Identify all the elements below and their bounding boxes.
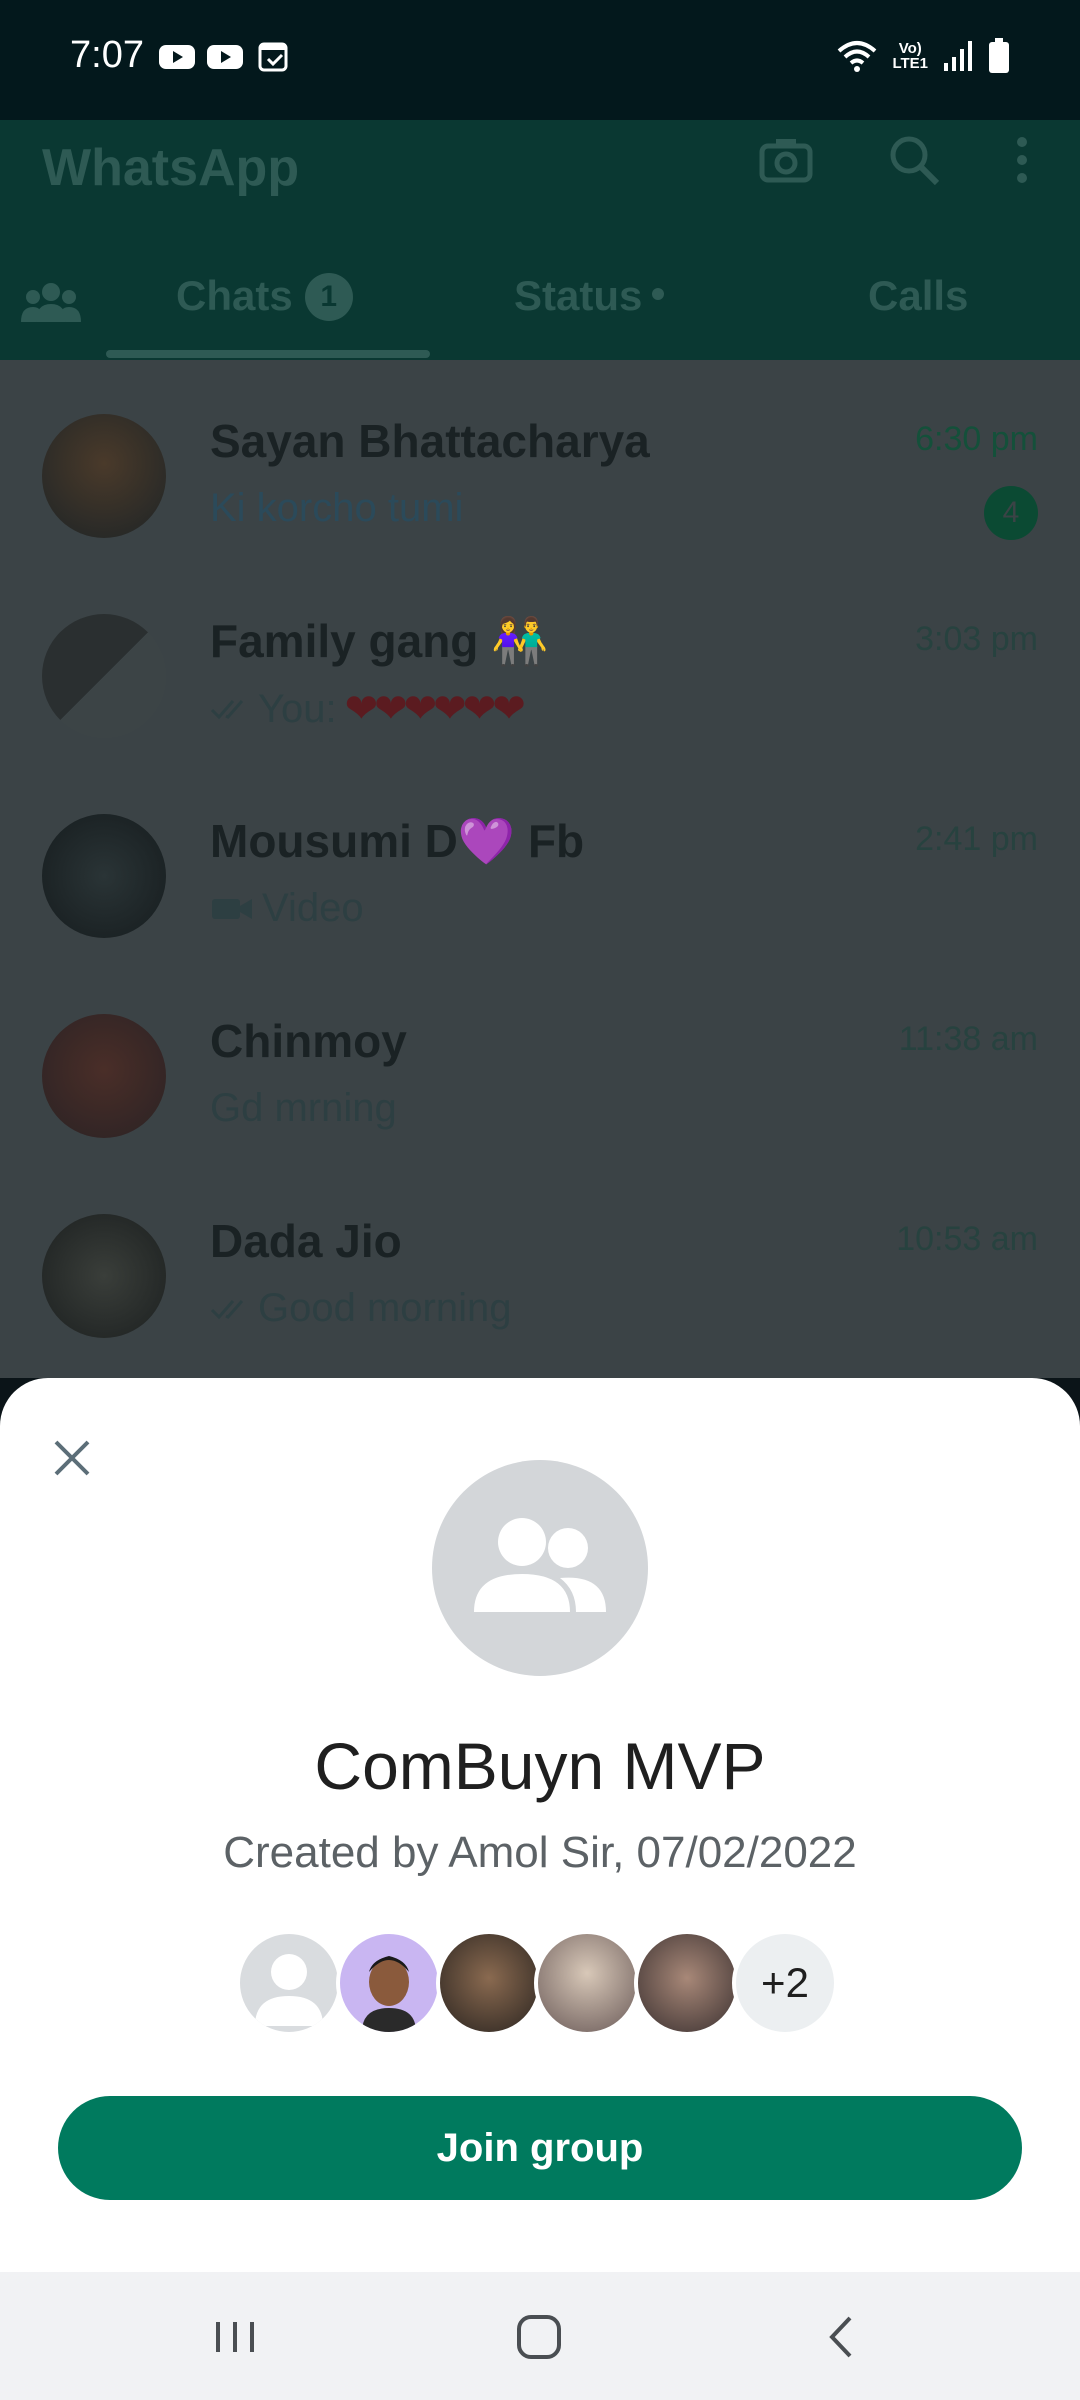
chat-message: Good morning bbox=[210, 1286, 511, 1331]
tab-status-label: Status bbox=[514, 272, 643, 319]
network-type: Vo) LTE1 bbox=[892, 41, 928, 71]
chat-time: 2:41 pm bbox=[915, 820, 1038, 858]
system-nav-bar bbox=[0, 2272, 1080, 2400]
purple-heart-emoji: 💜 bbox=[457, 815, 516, 867]
avatar[interactable] bbox=[42, 614, 166, 738]
tab-status[interactable]: Status bbox=[514, 272, 665, 320]
more-vert-icon[interactable] bbox=[992, 130, 1052, 190]
more-members-count[interactable]: +2 bbox=[732, 1930, 838, 2036]
member-avatars: +2 bbox=[236, 1930, 846, 2036]
chat-name: Mousumi D💜 Fb bbox=[210, 814, 584, 869]
avatar[interactable] bbox=[42, 1214, 166, 1338]
group-icon bbox=[474, 1518, 606, 1612]
chat-row[interactable]: Mousumi D💜 Fb Video 2:41 pm bbox=[0, 760, 1080, 960]
group-name: ComBuyn MVP bbox=[314, 1729, 766, 1803]
chat-message-text: Gd mrning bbox=[210, 1086, 397, 1130]
search-icon[interactable] bbox=[884, 130, 944, 190]
notification-icons bbox=[158, 42, 292, 72]
tab-bar: Chats 1 Status Calls bbox=[0, 250, 1080, 360]
chat-message: Video bbox=[210, 886, 364, 931]
camera-icon[interactable] bbox=[756, 130, 816, 190]
communities-icon[interactable] bbox=[20, 280, 82, 324]
avatar bbox=[534, 1930, 640, 2036]
group-avatar bbox=[432, 1460, 648, 1676]
battery-icon bbox=[989, 38, 1009, 73]
avatar[interactable] bbox=[42, 1014, 166, 1138]
status-time: 7:07 bbox=[70, 34, 144, 76]
avatar[interactable] bbox=[42, 414, 166, 538]
status-dot bbox=[652, 288, 665, 300]
chat-message-prefix: You: bbox=[258, 686, 337, 731]
volte-label: Vo) bbox=[898, 40, 922, 57]
tab-calls-label: Calls bbox=[868, 272, 969, 319]
chat-message: Ki korcho tumi bbox=[210, 486, 463, 531]
chat-list: Sayan Bhattacharya Ki korcho tumi 6:30 p… bbox=[0, 360, 1080, 1378]
chat-time: 10:53 am bbox=[896, 1220, 1038, 1258]
default-user-icon bbox=[255, 1954, 323, 2026]
group-invite-sheet: ComBuyn MVP Created by Amol Sir, 07/02/2… bbox=[0, 1378, 1080, 2272]
back-icon[interactable] bbox=[806, 2302, 876, 2372]
video-icon bbox=[212, 898, 252, 919]
avatar bbox=[236, 1930, 342, 2036]
chat-name: Family gang 👫 bbox=[210, 614, 548, 669]
double-check-icon bbox=[210, 700, 244, 720]
chat-name: Dada Jio bbox=[210, 1215, 402, 1267]
chat-row[interactable]: Sayan Bhattacharya Ki korcho tumi 6:30 p… bbox=[0, 360, 1080, 560]
close-icon[interactable] bbox=[44, 1430, 100, 1486]
status-bar: 7:07 Vo) LTE1 bbox=[0, 0, 1080, 120]
unread-badge: 4 bbox=[984, 486, 1038, 540]
chat-message: You: ❤❤❤❤❤❤ bbox=[210, 686, 526, 732]
chat-row[interactable]: Chinmoy Gd mrning 11:38 am bbox=[0, 960, 1080, 1160]
chat-time: 11:38 am bbox=[898, 1020, 1038, 1058]
calendar-check-icon bbox=[258, 42, 288, 72]
wifi-icon bbox=[838, 41, 877, 72]
chat-message-text: Ki korcho tumi bbox=[210, 486, 464, 530]
youtube-icon bbox=[207, 45, 243, 69]
signal-icon bbox=[944, 41, 972, 71]
chat-message: Gd mrning bbox=[210, 1086, 397, 1131]
chat-time: 6:30 pm bbox=[915, 420, 1038, 458]
chat-message-text: ❤❤❤❤❤❤ bbox=[344, 687, 526, 731]
chat-name: Chinmoy bbox=[210, 1015, 407, 1067]
app-title: WhatsApp bbox=[42, 139, 300, 197]
chat-name: Sayan Bhattacharya bbox=[210, 415, 650, 467]
lte-label: LTE1 bbox=[892, 55, 928, 72]
double-check-icon bbox=[210, 1299, 244, 1319]
chat-message-text: Video bbox=[262, 886, 364, 930]
memoji-avatar-icon bbox=[362, 1956, 416, 2032]
avatar bbox=[336, 1930, 442, 2036]
tab-calls[interactable]: Calls bbox=[868, 272, 968, 320]
recent-apps-icon[interactable] bbox=[200, 2302, 270, 2372]
tab-indicator bbox=[106, 350, 430, 358]
couple-emoji: 👫 bbox=[491, 615, 549, 667]
home-icon[interactable] bbox=[504, 2302, 574, 2372]
chat-message-text: Good morning bbox=[258, 1286, 512, 1330]
avatar bbox=[436, 1930, 542, 2036]
chat-name-suffix: Fb bbox=[515, 815, 585, 867]
tab-chats-label: Chats bbox=[176, 272, 293, 319]
youtube-icon bbox=[159, 45, 195, 69]
join-group-button[interactable]: Join group bbox=[58, 2096, 1022, 2200]
chat-name-text: Mousumi D bbox=[210, 815, 458, 867]
tab-chats-badge: 1 bbox=[304, 273, 353, 321]
avatar bbox=[634, 1930, 740, 2036]
chat-name-text: Family gang bbox=[210, 615, 479, 667]
tab-chats[interactable]: Chats 1 bbox=[176, 272, 353, 321]
chat-row[interactable]: Dada Jio Good morning 10:53 am bbox=[0, 1160, 1080, 1360]
chat-time: 3:03 pm bbox=[915, 620, 1038, 658]
group-created-by: Created by Amol Sir, 07/02/2022 bbox=[223, 1828, 857, 1877]
system-icons: Vo) LTE1 bbox=[836, 38, 1010, 74]
avatar[interactable] bbox=[42, 814, 166, 938]
chat-row[interactable]: Family gang 👫 You: ❤❤❤❤❤❤ 3:03 pm bbox=[0, 560, 1080, 760]
